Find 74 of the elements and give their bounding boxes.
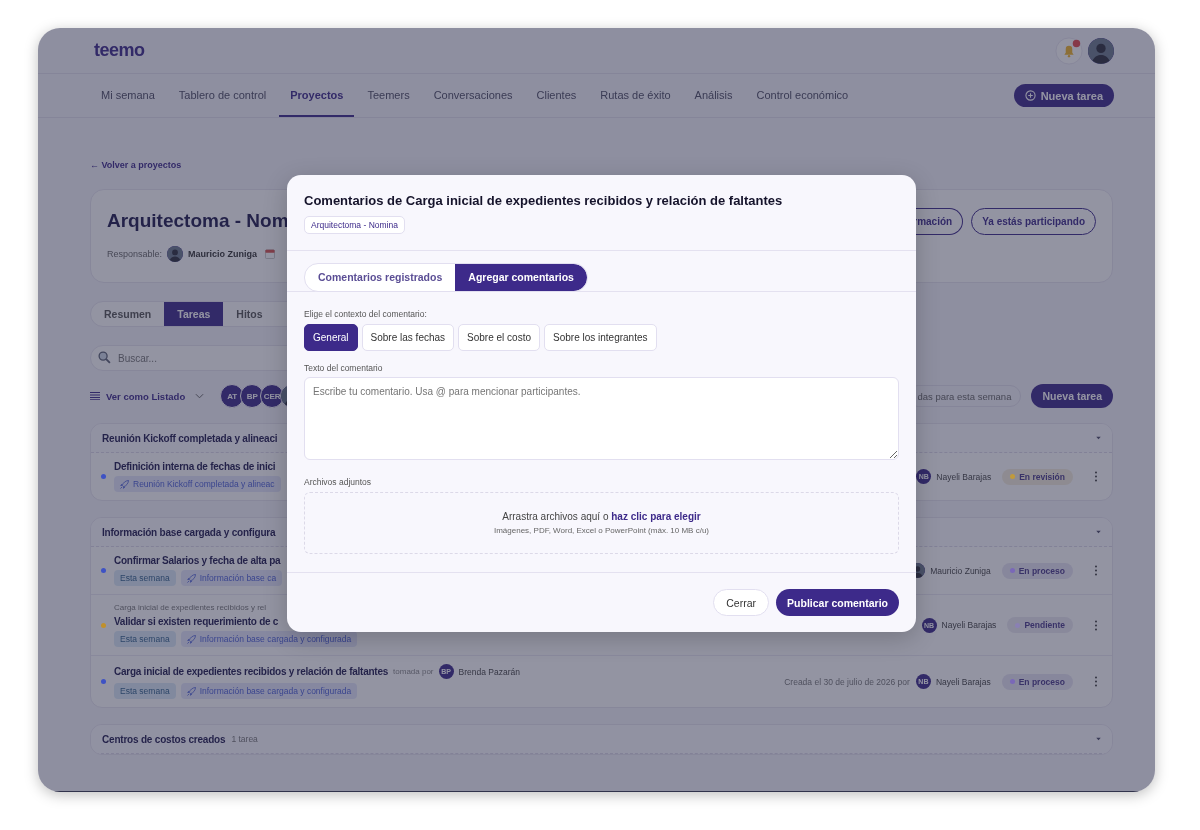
nav-tab[interactable]: Teemers (356, 74, 421, 117)
responsible-name: Mauricio Zuniga (188, 249, 258, 259)
nav-tab[interactable]: Proyectos (279, 74, 355, 117)
rocket-icon (120, 479, 129, 489)
person-name: Brenda Pazarán (458, 666, 520, 677)
context-label: Elige el contexto del comentario: (304, 309, 428, 319)
section-tab[interactable]: Resumen (91, 302, 165, 326)
nav-tab[interactable]: Clientes (525, 74, 588, 117)
dialog-tab[interactable]: Agregar comentarios (455, 263, 587, 291)
nav-tab[interactable]: Análisis (683, 74, 744, 117)
task-count: 1 tarea (231, 734, 258, 744)
search-icon (98, 351, 111, 364)
new-task-button[interactable]: Nueva tarea (1013, 84, 1114, 107)
nav-tab[interactable]: Tablero de control (167, 74, 278, 117)
new-task-button[interactable]: Nueva tarea (1031, 384, 1113, 408)
group-title[interactable]: Centros de costos creados (102, 733, 226, 745)
caret-icon[interactable] (1096, 530, 1101, 534)
avatar (1088, 37, 1114, 64)
avatar (167, 246, 184, 262)
plus-circle-icon (1024, 90, 1036, 101)
chevron-down-icon (195, 393, 205, 399)
dropzone-text: Arrastra archivos aquí o haz clic para elegir (502, 511, 701, 522)
milestone-tag: Información base cargada y configurada (180, 631, 358, 647)
bell-icon[interactable] (1055, 36, 1083, 65)
calendar-icon (265, 249, 276, 259)
dropzone-hint: Imágenes, PDF, Word, Excel o PowerPoint (máx. 10 MB c/u) (493, 526, 709, 535)
week-tag: Esta semana (114, 570, 176, 586)
milestone-tag: Información base ca (180, 570, 283, 586)
group-title[interactable]: Información base cargada y configura (102, 526, 276, 538)
caret-icon[interactable] (1096, 436, 1101, 440)
file-dropzone[interactable]: Arrastra archivos aquí o haz clic para elegir Imágenes, PDF, Word, Excel o PowerPoint (máx. 10 MB c/u) (304, 492, 899, 554)
comment-label: Texto del comentario (304, 363, 384, 373)
week-tag: Esta semana (114, 631, 176, 647)
task-title[interactable]: Definición interna de fechas de inici (114, 461, 276, 472)
nav-tab[interactable]: Mi semana (90, 74, 166, 117)
logo[interactable]: teemo (94, 40, 145, 61)
dialog-title: Comentarios de Carga inicial de expedientes recibidos y relación de faltantes (304, 193, 784, 208)
context-option[interactable]: Sobre el costo (458, 324, 540, 351)
milestone-tag: Información base cargada y configurada (180, 683, 358, 699)
context-option[interactable]: General (304, 324, 358, 351)
rocket-icon (186, 686, 196, 696)
person-name: Nayeli Barajas (936, 471, 992, 482)
context-option[interactable]: Sobre los integrantes (544, 324, 657, 351)
rocket-icon (186, 634, 196, 644)
section-tab[interactable]: Hitos (223, 302, 276, 326)
week-tag: Esta semana (114, 683, 176, 699)
back-link[interactable]: ← Volver a proyectos (90, 160, 182, 170)
nav-tab[interactable]: Conversaciones (422, 74, 524, 117)
project-action-button[interactable]: Ya estás participando (971, 208, 1096, 235)
view-toggle[interactable]: Ver como Listado (90, 390, 205, 402)
list-icon (90, 392, 100, 400)
responsible-label: Responsable: (107, 249, 163, 259)
nav-tab[interactable]: Rutas de éxito (589, 74, 682, 117)
comment-field[interactable]: Escribe tu comentario. Usa @ para mencionar participantes. (304, 377, 899, 460)
person-name: Nayeli Barajas (935, 676, 991, 687)
project-chip: Arquitectoma - Nomina (304, 216, 405, 234)
context-option[interactable]: Sobre las fechas (361, 324, 455, 351)
publish-button[interactable]: Publicar comentario (776, 589, 899, 616)
milestone-tag: Reunión Kickoff completada y alineac (114, 476, 281, 492)
group-title[interactable]: Reunión Kickoff completada y alineaci (102, 432, 278, 444)
caret-icon[interactable] (1096, 737, 1101, 741)
attachments-label: Archivos adjuntos (304, 477, 373, 487)
nav-tab[interactable]: Control económico (745, 74, 860, 117)
project-title: Arquitectoma - Nom (107, 210, 289, 232)
section-tab[interactable]: Tareas (164, 302, 224, 326)
task-title[interactable]: Validar si existen requerimiento de c (114, 616, 279, 627)
close-button[interactable]: Cerrar (713, 589, 770, 616)
rocket-icon (186, 573, 196, 583)
person-name: Mauricio Zuniga (930, 565, 991, 576)
person-name: Nayeli Barajas (941, 620, 997, 630)
task-title[interactable]: Carga inicial de expedientes recibidos y relación de faltantes (114, 666, 389, 677)
task-title[interactable]: Confirmar Salarios y fecha de alta pa (114, 555, 281, 566)
dialog-tab[interactable]: Comentarios registrados (305, 263, 456, 291)
choose-files-link[interactable]: haz clic para elegir (611, 511, 701, 522)
